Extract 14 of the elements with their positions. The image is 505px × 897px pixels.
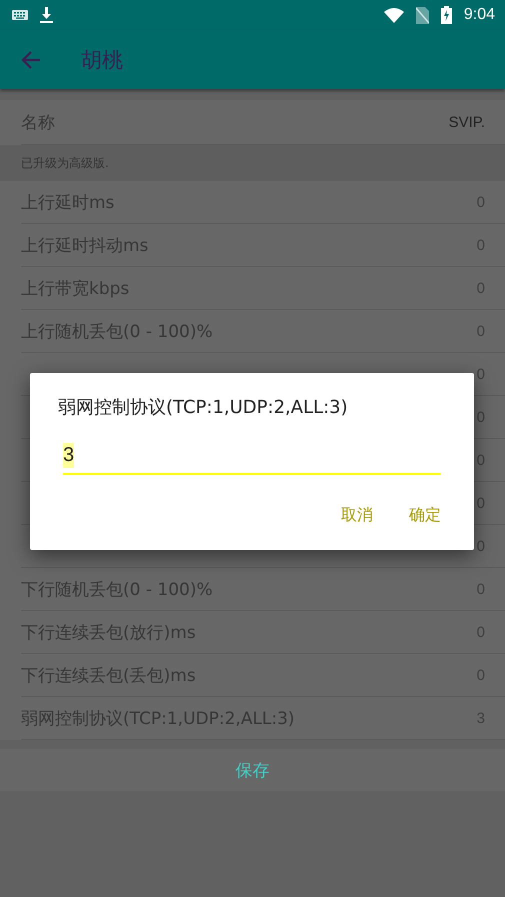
clock: 9:04 — [464, 6, 495, 24]
dialog-button[interactable]: 确定 — [409, 505, 441, 526]
input-field[interactable]: 3 — [63, 437, 441, 475]
back-arrow-icon[interactable] — [21, 50, 41, 68]
row-value: SVIP. — [448, 114, 485, 131]
battery-charging-icon — [440, 6, 452, 24]
no-sim-icon — [416, 6, 429, 24]
dialog-button[interactable]: 取消 — [341, 505, 373, 526]
keyboard-icon — [12, 10, 28, 20]
wifi-icon — [384, 8, 404, 22]
download-icon — [40, 7, 53, 23]
dialog-title: 弱网控制协议(TCP:1,UDP:2,ALL:3) — [58, 396, 349, 419]
page-title: 胡桃 — [81, 46, 123, 74]
save-button[interactable]: 保存 — [228, 754, 278, 786]
